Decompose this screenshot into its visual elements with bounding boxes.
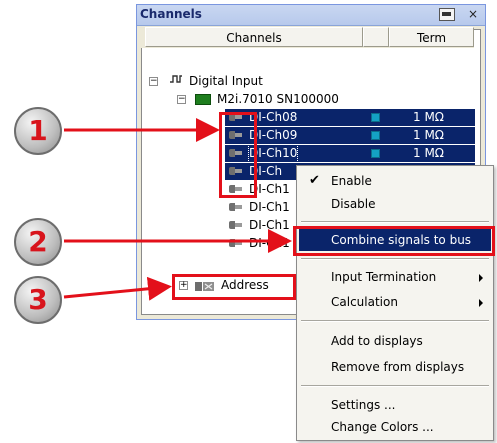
callout-1: 1	[14, 107, 62, 155]
annotation-arrows	[63, 118, 292, 301]
callout-2: 2	[14, 218, 62, 266]
callout-3: 3	[14, 276, 62, 324]
arrow-3	[63, 276, 172, 301]
